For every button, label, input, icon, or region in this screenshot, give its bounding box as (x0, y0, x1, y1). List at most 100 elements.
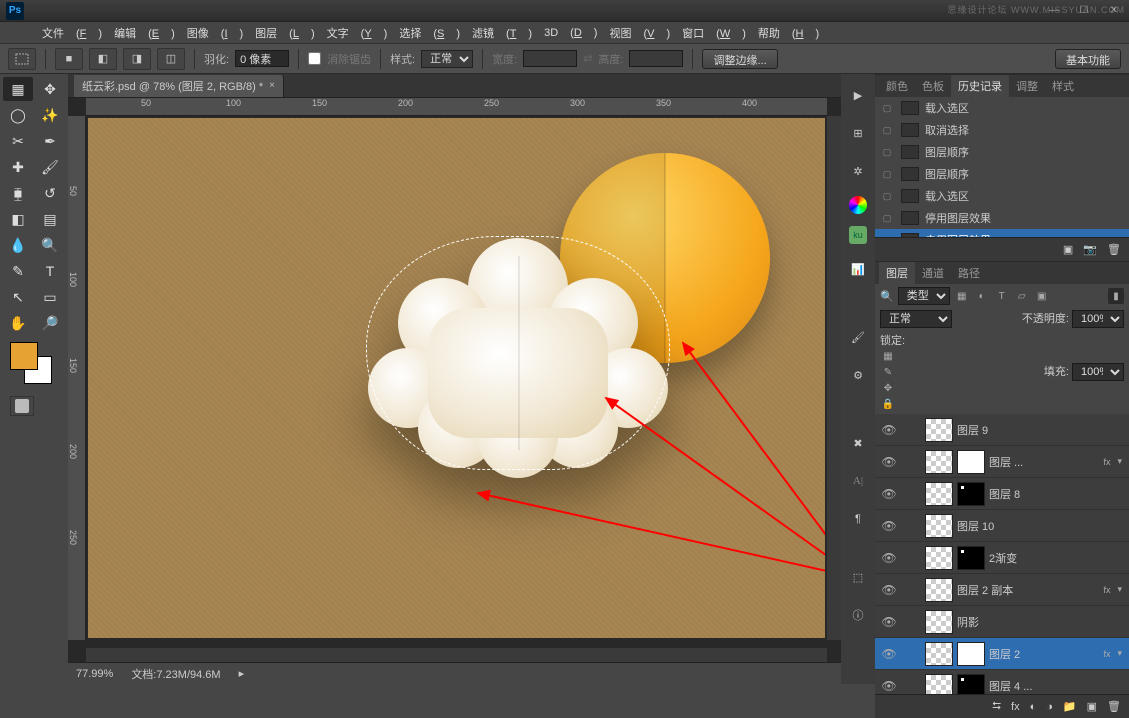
layer-label[interactable]: 图层 4 ... (989, 678, 1125, 694)
tab-layers[interactable]: 图层 (879, 262, 915, 284)
layer-thumb[interactable] (925, 514, 953, 538)
nav-icon[interactable]: ⊞ (845, 120, 871, 146)
history-item[interactable]: ▢载入选区 (875, 97, 1129, 119)
new-layer-icon[interactable]: ▣ (1087, 700, 1097, 713)
layer-label[interactable]: 图层 2 副本 (957, 582, 1099, 598)
layer-row[interactable]: 👁图层 2fx▾ (875, 638, 1129, 670)
history-item[interactable]: ▢载入选区 (875, 185, 1129, 207)
layer-label[interactable]: 2渐变 (989, 550, 1125, 566)
layer-fx-badge[interactable]: fx (1103, 457, 1110, 467)
heal-tool[interactable]: ✚ (3, 155, 33, 179)
visibility-icon[interactable]: 👁 (879, 647, 899, 661)
layer-label[interactable]: 图层 10 (957, 518, 1125, 534)
layer-row[interactable]: 👁图层 9 (875, 414, 1129, 446)
menu-edit[interactable]: 编辑(E) (114, 25, 175, 41)
tab-channels[interactable]: 通道 (915, 262, 951, 284)
layer-label[interactable]: 阴影 (957, 614, 1125, 630)
feather-input[interactable] (235, 50, 289, 67)
intersect-selection-icon[interactable]: ◫ (157, 48, 185, 70)
snapshot-icon[interactable]: ▣ (1063, 243, 1073, 256)
menu-view[interactable]: 视图(V) (609, 25, 670, 41)
layer-thumb[interactable] (925, 482, 953, 506)
menu-image[interactable]: 图像(I) (187, 25, 243, 41)
layer-label[interactable]: 图层 2 (989, 646, 1099, 662)
layer-row[interactable]: 👁图层 ...fx▾ (875, 446, 1129, 478)
layer-fx-badge[interactable]: fx (1103, 585, 1110, 595)
layer-thumb[interactable] (957, 482, 985, 506)
layer-row[interactable]: 👁图层 2 副本fx▾ (875, 574, 1129, 606)
trash-icon[interactable]: 🗑 (1107, 243, 1121, 256)
wrench-icon[interactable]: ✖ (845, 430, 871, 456)
zoom-readout[interactable]: 77.99% (76, 668, 113, 680)
info-icon[interactable]: ⓘ (845, 602, 871, 628)
brush-tool[interactable]: 🖌 (35, 155, 65, 179)
visibility-icon[interactable]: 👁 (879, 551, 899, 565)
move-tool[interactable]: ✥ (35, 77, 65, 101)
blend-mode-select[interactable]: 正常 (880, 310, 952, 328)
layer-fx-badge[interactable]: fx (1103, 649, 1110, 659)
vertical-scrollbar[interactable] (827, 116, 841, 640)
play-icon[interactable]: ▶ (845, 82, 871, 108)
kuler-icon[interactable]: ku (849, 226, 867, 244)
hand-tool[interactable]: ✋ (3, 311, 33, 335)
lock-all-icon[interactable]: 🔒 (880, 396, 896, 412)
menu-select[interactable]: 选择(S) (399, 25, 460, 41)
blur-tool[interactable]: 💧 (3, 233, 33, 257)
layer-thumb[interactable] (957, 450, 985, 474)
doc-info[interactable]: 文档:7.23M/94.6M (131, 666, 220, 682)
gradient-tool[interactable]: ▤ (35, 207, 65, 231)
filter-type-icon[interactable]: T (994, 288, 1010, 304)
add-selection-icon[interactable]: ◧ (89, 48, 117, 70)
visibility-icon[interactable]: 👁 (879, 583, 899, 597)
layer-thumb[interactable] (957, 546, 985, 570)
history-item[interactable]: ▢图层顺序 (875, 163, 1129, 185)
menu-filter[interactable]: 滤镜(T) (472, 25, 532, 41)
lock-pos-icon[interactable]: ✥ (880, 380, 896, 396)
new-fill-icon[interactable]: ◑ (1046, 701, 1053, 713)
visibility-icon[interactable]: 👁 (879, 455, 899, 469)
layer-fx-icon[interactable]: fx (1011, 701, 1020, 713)
foreground-color-swatch[interactable] (10, 342, 38, 370)
workspace-button[interactable]: 基本功能 (1055, 49, 1121, 69)
filter-shape-icon[interactable]: ▱ (1014, 288, 1030, 304)
tab-history[interactable]: 历史记录 (951, 75, 1009, 97)
visibility-icon[interactable]: 👁 (879, 519, 899, 533)
history-item[interactable]: ▢停用图层效果 (875, 207, 1129, 229)
filter-pixel-icon[interactable]: ▦ (954, 288, 970, 304)
layer-thumb[interactable] (925, 610, 953, 634)
stamp-tool[interactable]: ⧯ (3, 181, 33, 205)
document-tab[interactable]: 纸云彩.psd @ 78% (图层 2, RGB/8) * × (74, 75, 284, 97)
visibility-icon[interactable]: 👁 (879, 679, 899, 693)
tab-paths[interactable]: 路径 (951, 262, 987, 284)
layer-row[interactable]: 👁 阴影 (875, 606, 1129, 638)
crop-tool[interactable]: ✂ (3, 129, 33, 153)
camera-icon[interactable]: 📷 (1083, 243, 1097, 256)
quickmask-button[interactable] (10, 396, 34, 416)
shape-tool[interactable]: ▭ (35, 285, 65, 309)
link-layers-icon[interactable]: ⮀ (992, 700, 1001, 713)
layer-row[interactable]: 👁 图层 10 (875, 510, 1129, 542)
menu-help[interactable]: 帮助(H) (758, 25, 819, 41)
menu-window[interactable]: 窗口(W) (682, 25, 746, 41)
layer-thumb[interactable] (925, 450, 953, 474)
visibility-icon[interactable]: 👁 (879, 487, 899, 501)
tool-preset-icon[interactable] (8, 48, 36, 70)
history-item[interactable]: ▢启用图层效果 (875, 229, 1129, 237)
eyedropper-tool[interactable]: ✒ (35, 129, 65, 153)
visibility-icon[interactable]: 👁 (879, 615, 899, 629)
brush-panel-icon[interactable]: 🖌 (845, 324, 871, 350)
color-wheel-icon[interactable] (849, 196, 867, 214)
compass-icon[interactable]: ✲ (845, 158, 871, 184)
history-brush-tool[interactable]: ↺ (35, 181, 65, 205)
color-swatches[interactable] (2, 342, 52, 392)
canvas[interactable] (88, 118, 825, 638)
marquee-tool[interactable]: ▦ (3, 77, 33, 101)
tab-styles[interactable]: 样式 (1045, 75, 1081, 97)
filter-toggle-icon[interactable]: ▮ (1108, 288, 1124, 304)
filter-icon[interactable]: 🔍 (880, 290, 894, 303)
layer-mask-icon[interactable]: ◐ (1030, 701, 1037, 713)
layer-row[interactable]: 👁图层 8 (875, 478, 1129, 510)
zoom-tool[interactable]: 🔎 (35, 311, 65, 335)
tab-close-icon[interactable]: × (269, 80, 275, 91)
history-item[interactable]: ▢取消选择 (875, 119, 1129, 141)
